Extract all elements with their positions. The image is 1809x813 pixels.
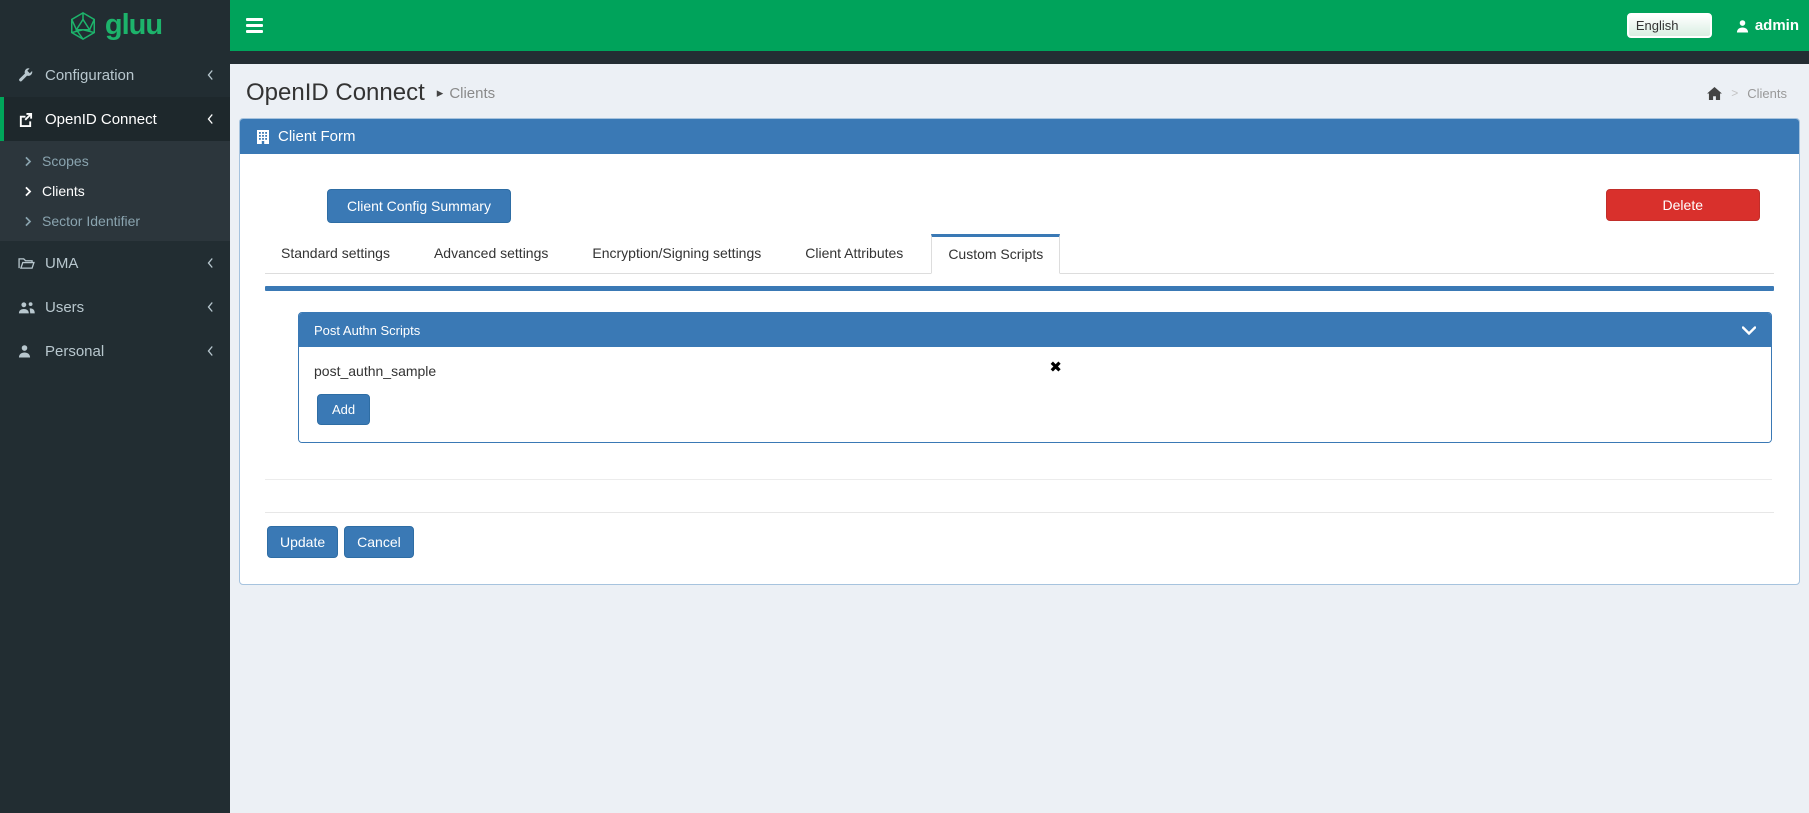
gluu-geodesic-icon — [68, 11, 98, 41]
post-authn-scripts-body: post_authn_sample ✖ Add — [299, 347, 1771, 442]
form-footer-actions: Update Cancel — [267, 526, 1774, 558]
breadcrumb: > Clients — [1707, 86, 1793, 101]
sidebar-item-personal[interactable]: Personal — [0, 329, 230, 373]
username-label: admin — [1754, 17, 1799, 34]
page-content: OpenID Connect ▸ Clients > Clients Clien… — [230, 64, 1809, 813]
user-icon — [18, 344, 45, 358]
sidebar-item-openid-connect[interactable]: OpenID Connect — [0, 97, 230, 141]
language-select[interactable] — [1626, 13, 1712, 38]
tab-advanced-settings[interactable]: Advanced settings — [418, 234, 564, 273]
building-icon — [257, 129, 269, 144]
brand-name: gluu — [104, 9, 163, 41]
navbar-shadow-strip — [230, 51, 1809, 64]
sidebar-item-uma[interactable]: UMA — [0, 241, 230, 285]
delete-button[interactable]: Delete — [1605, 189, 1760, 221]
user-icon — [1736, 19, 1749, 33]
form-toolbar: Client Config Summary Delete — [265, 189, 1774, 223]
submenu-item-label: Scopes — [42, 153, 89, 169]
content-header: OpenID Connect ▸ Clients > Clients — [230, 64, 1809, 118]
chevron-right-icon — [24, 186, 32, 197]
chevron-down-icon[interactable] — [1742, 325, 1756, 335]
cancel-button[interactable]: Cancel — [344, 526, 414, 558]
main-area: admin OpenID Connect ▸ Clients > Clients — [230, 0, 1809, 813]
sidebar-item-label: UMA — [45, 254, 79, 272]
navbar-right: admin — [1626, 13, 1809, 38]
breadcrumb-separator: > — [1731, 86, 1739, 100]
sidebar-item-users[interactable]: Users — [0, 285, 230, 329]
tab-pane-divider — [265, 479, 1772, 480]
sidebar: gluu Configuration OpenID Connect Scopes… — [0, 0, 230, 813]
chevron-left-icon — [206, 345, 214, 357]
user-menu[interactable]: admin — [1736, 17, 1799, 34]
folder-open-icon — [18, 257, 45, 270]
users-icon — [18, 301, 45, 314]
caret-right-icon: ▸ — [436, 85, 444, 100]
page-subtitle-label: Clients — [449, 84, 496, 102]
chevron-left-icon — [206, 257, 214, 269]
sidebar-item-configuration[interactable]: Configuration — [0, 53, 230, 97]
openid-connect-submenu: Scopes Clients Sector Identifier — [0, 141, 230, 241]
chevron-left-icon — [206, 301, 214, 313]
tab-custom-scripts[interactable]: Custom Scripts — [931, 234, 1061, 274]
sidebar-item-scopes[interactable]: Scopes — [0, 146, 230, 176]
remove-script-icon[interactable]: ✖ — [1049, 360, 1062, 375]
tab-standard-settings[interactable]: Standard settings — [265, 234, 406, 273]
script-name: post_authn_sample — [314, 363, 437, 379]
submenu-item-label: Clients — [42, 183, 85, 199]
chevron-left-icon — [206, 113, 214, 125]
client-form-card: Client Form Client Config Summary Delete… — [239, 118, 1800, 585]
client-form-body: Client Config Summary Delete Standard se… — [240, 189, 1799, 558]
client-config-summary-button[interactable]: Client Config Summary — [327, 189, 511, 223]
home-icon[interactable] — [1707, 86, 1723, 100]
sidebar-item-label: OpenID Connect — [45, 110, 157, 128]
tab-client-attributes[interactable]: Client Attributes — [789, 234, 919, 273]
post-authn-scripts-header[interactable]: Post Authn Scripts — [299, 313, 1771, 347]
page-subtitle: ▸ Clients — [437, 85, 495, 102]
wrench-icon — [18, 67, 45, 83]
tab-content-rule — [265, 286, 1774, 291]
chevron-left-icon — [206, 69, 214, 81]
add-script-button[interactable]: Add — [317, 394, 371, 425]
brand-logo[interactable]: gluu — [0, 0, 230, 51]
external-link-icon — [18, 112, 45, 127]
script-list-item: post_authn_sample ✖ — [314, 359, 1756, 383]
tab-encryption-signing-settings[interactable]: Encryption/Signing settings — [576, 234, 777, 273]
sidebar-menu: Configuration OpenID Connect Scopes Clie… — [0, 51, 230, 373]
panel-title: Post Authn Scripts — [314, 322, 421, 338]
client-form-header: Client Form — [240, 119, 1799, 154]
card-title: Client Form — [278, 128, 356, 145]
update-button[interactable]: Update — [267, 526, 339, 558]
sidebar-item-label: Personal — [45, 342, 105, 360]
top-navbar: admin — [230, 0, 1809, 51]
chevron-right-icon — [24, 156, 32, 167]
sidebar-item-sector-identifier[interactable]: Sector Identifier — [0, 206, 230, 236]
sidebar-item-label: Configuration — [45, 66, 135, 84]
settings-tabs: Standard settings Advanced settings Encr… — [265, 234, 1774, 274]
sidebar-item-label: Users — [45, 298, 85, 316]
sidebar-toggle-button[interactable] — [230, 0, 276, 51]
form-divider — [265, 512, 1774, 513]
post-authn-scripts-panel: Post Authn Scripts post_authn_sample ✖ A… — [298, 312, 1772, 443]
submenu-item-label: Sector Identifier — [42, 213, 141, 229]
chevron-right-icon — [24, 216, 32, 227]
page-title: OpenID Connect — [246, 79, 425, 106]
sidebar-item-clients[interactable]: Clients — [0, 176, 230, 206]
breadcrumb-current: Clients — [1747, 85, 1787, 101]
app-window: gluu Configuration OpenID Connect Scopes… — [0, 0, 1809, 813]
